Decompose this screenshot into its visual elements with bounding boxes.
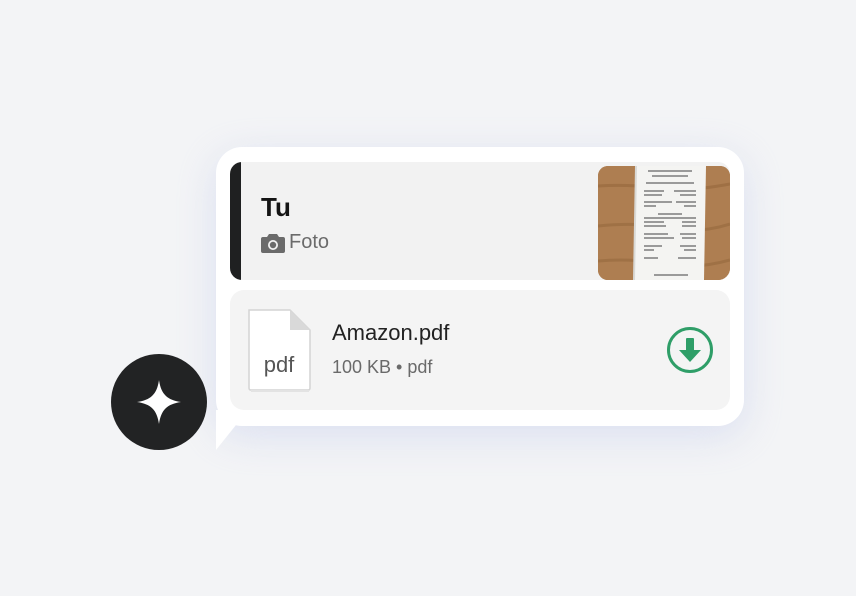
camera-icon (261, 233, 285, 253)
quote-sender-name: Tu (261, 192, 291, 222)
sparkle-icon (137, 380, 181, 424)
download-arrow-icon (667, 327, 713, 373)
message-bubble-tail (216, 410, 248, 450)
quote-media-type-label: Foto (289, 231, 330, 253)
pdf-file-icon-extension: pdf (263, 352, 295, 377)
quote-media-type: Foto (261, 231, 329, 254)
quote-accent-bar (230, 162, 241, 280)
pdf-file-icon: pdf (246, 308, 312, 392)
download-button[interactable] (666, 326, 714, 374)
reply-quote[interactable]: Tu Foto (230, 162, 730, 280)
attachment-file-name: Amazon.pdf (332, 320, 450, 345)
pdf-attachment-card[interactable]: pdf Amazon.pdf 100 KB • pdf (230, 290, 730, 410)
receipt-photo-thumbnail[interactable] (598, 166, 730, 280)
attachment-file-meta: 100 KB • pdf (332, 357, 433, 377)
assistant-avatar[interactable] (111, 354, 207, 450)
